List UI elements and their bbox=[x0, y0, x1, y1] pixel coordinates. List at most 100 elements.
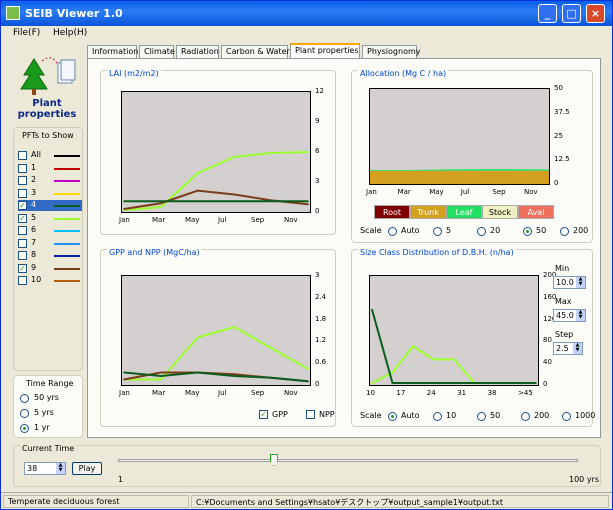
maximize-button[interactable]: □ bbox=[562, 4, 581, 23]
time-range-label: 1 yr bbox=[34, 423, 50, 432]
pft-row[interactable]: 8 bbox=[18, 250, 82, 261]
tab-carbon-water[interactable]: Carbon & Water bbox=[221, 45, 290, 59]
pft-checkbox[interactable] bbox=[18, 151, 27, 160]
header-logo: Plant properties bbox=[12, 51, 82, 125]
pft-color-swatch bbox=[54, 192, 80, 195]
scale-radio[interactable] bbox=[388, 227, 397, 236]
menu-help[interactable]: Help(H) bbox=[53, 28, 87, 38]
spinner-arrows-icon[interactable]: ▲ ▼ bbox=[573, 343, 582, 354]
dbh-point bbox=[432, 358, 435, 361]
scale-radio[interactable] bbox=[562, 412, 571, 421]
pft-checkbox[interactable] bbox=[18, 163, 27, 173]
dbh-min-stepper[interactable]: 10.0 ▲ ▼ bbox=[553, 276, 586, 289]
time-range-group: Time Range 50 yrs 5 yrs 1 yr bbox=[13, 375, 83, 438]
pft-row[interactable]: 6 bbox=[18, 225, 82, 236]
play-button[interactable]: Play bbox=[72, 462, 102, 475]
allocation-area-leaf bbox=[370, 169, 549, 171]
time-slider-thumb[interactable] bbox=[269, 454, 278, 466]
spinner-arrows-icon[interactable]: ▲ ▼ bbox=[576, 310, 585, 321]
pft-row[interactable]: 1 bbox=[18, 163, 82, 174]
dbh-group: Size Class Distribution of D.B.H. (n/ha)… bbox=[351, 248, 595, 427]
tab-climate[interactable]: Climate bbox=[139, 45, 175, 59]
dbh-chart bbox=[371, 308, 537, 384]
lai-xtick: May bbox=[185, 216, 200, 224]
allocation-scale-label: Scale bbox=[360, 226, 382, 235]
scale-radio[interactable] bbox=[477, 227, 486, 236]
pft-row[interactable]: 7 bbox=[18, 238, 82, 249]
pft-checkbox[interactable] bbox=[18, 188, 27, 198]
close-button[interactable]: × bbox=[586, 4, 605, 23]
scale-radio-label: 200 bbox=[534, 411, 550, 420]
dbh-min-label: Min bbox=[555, 264, 570, 273]
allocation-legend-aval[interactable]: Aval bbox=[518, 205, 554, 219]
pft-checkbox[interactable]: ✓ bbox=[18, 201, 27, 210]
pft-row[interactable]: ✓ 5 bbox=[18, 213, 82, 224]
menu-file[interactable]: File(F) bbox=[13, 28, 40, 38]
time-range-radio[interactable] bbox=[20, 409, 29, 418]
time-range-radio[interactable] bbox=[20, 394, 29, 403]
time-slider-track[interactable] bbox=[118, 459, 578, 462]
dbh-xtick: 38 bbox=[487, 389, 497, 397]
dbh-point bbox=[473, 382, 476, 384]
allocation-xtick: Jan bbox=[366, 188, 377, 196]
allocation-legend-trunk[interactable]: Trunk bbox=[410, 205, 446, 219]
pft-label: 6 bbox=[31, 225, 37, 234]
tab-physiognomy[interactable]: Physiognomy bbox=[362, 45, 420, 59]
pft-row[interactable]: ✓ 4 bbox=[18, 200, 82, 211]
gpp-point bbox=[233, 375, 236, 377]
scale-radio[interactable] bbox=[560, 227, 569, 236]
lai-point bbox=[233, 156, 236, 158]
scale-radio[interactable] bbox=[433, 412, 442, 421]
gpp-checkbox[interactable]: ✓ bbox=[259, 410, 268, 419]
tab-radiation[interactable]: Radiation bbox=[176, 45, 219, 59]
pft-checkbox[interactable] bbox=[18, 226, 27, 235]
pft-checkbox[interactable]: ✓ bbox=[18, 213, 27, 223]
scale-radio[interactable] bbox=[388, 412, 397, 421]
spinner-arrows-icon[interactable]: ▲ ▼ bbox=[56, 463, 65, 474]
pft-row[interactable]: 3 bbox=[18, 188, 82, 199]
allocation-legend-leaf[interactable]: Leaf bbox=[446, 205, 482, 219]
pft-checkbox[interactable]: ✓ bbox=[18, 263, 27, 273]
allocation-legend-root[interactable]: Root bbox=[374, 205, 410, 219]
scale-radio[interactable] bbox=[433, 227, 442, 236]
pft-label: 4 bbox=[31, 200, 37, 209]
lai-point bbox=[160, 206, 162, 208]
lai-ytick: 6 bbox=[315, 147, 320, 155]
allocation-chart bbox=[370, 169, 549, 184]
gpp-xtick: Mar bbox=[152, 389, 166, 397]
pft-row[interactable]: 2 bbox=[18, 175, 82, 186]
pft-checkbox[interactable] bbox=[18, 176, 27, 185]
pft-checkbox[interactable] bbox=[18, 238, 27, 248]
minimize-button[interactable]: _ bbox=[538, 4, 557, 23]
current-time-stepper[interactable]: 38 ▲ ▼ bbox=[24, 462, 66, 475]
pft-checkbox[interactable] bbox=[18, 276, 27, 285]
scale-radio[interactable] bbox=[523, 227, 532, 236]
dbh-point bbox=[371, 382, 373, 384]
lai-point bbox=[270, 152, 272, 154]
allocation-legend-stock[interactable]: Stock bbox=[482, 205, 518, 219]
app-icon bbox=[6, 6, 20, 20]
gpp-point bbox=[123, 378, 125, 381]
scale-radio[interactable] bbox=[521, 412, 530, 421]
pft-row[interactable]: 10 bbox=[18, 275, 82, 286]
lai-series-line bbox=[123, 189, 309, 211]
dbh-max-label: Max bbox=[555, 297, 572, 306]
scale-radio[interactable] bbox=[477, 412, 486, 421]
spinner-arrows-icon[interactable]: ▲ ▼ bbox=[576, 277, 585, 288]
pft-label: 10 bbox=[31, 275, 42, 284]
gpp-xtick: Jul bbox=[218, 389, 227, 397]
dbh-step-stepper[interactable]: 2.5 ▲ ▼ bbox=[553, 342, 583, 355]
pft-checkbox[interactable] bbox=[18, 251, 27, 260]
time-range-radio[interactable] bbox=[20, 424, 29, 433]
tab-information[interactable]: Information bbox=[87, 45, 138, 59]
pft-row[interactable]: All bbox=[18, 150, 82, 161]
lai-point bbox=[307, 151, 309, 153]
gpp-ytick: 2.4 bbox=[315, 292, 327, 301]
pft-row[interactable]: ✓ 9 bbox=[18, 263, 82, 274]
npp-checkbox[interactable] bbox=[306, 410, 315, 419]
dbh-ytick: 40 bbox=[543, 358, 552, 367]
gpp-point bbox=[160, 371, 162, 374]
pft-color-swatch bbox=[54, 167, 80, 170]
dbh-max-stepper[interactable]: 45.0 ▲ ▼ bbox=[553, 309, 586, 322]
gpp-point bbox=[196, 336, 199, 339]
